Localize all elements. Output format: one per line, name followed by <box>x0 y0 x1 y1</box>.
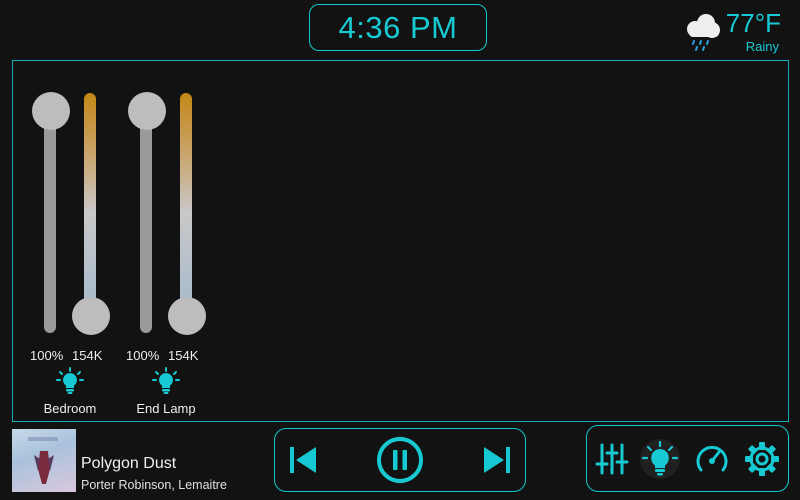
color-temp-value: 154K <box>72 348 103 363</box>
light-control-bedroom: 100% 154K Bedroom <box>23 61 133 421</box>
settings-icon[interactable] <box>743 440 781 478</box>
album-art-image <box>28 437 58 484</box>
brightness-value: 100% <box>126 348 160 363</box>
brightness-slider-knob[interactable] <box>128 92 166 130</box>
media-controls <box>274 428 526 492</box>
weather-condition: Rainy <box>745 39 779 54</box>
clock: 4:36 PM <box>309 4 487 51</box>
song-artist: Porter Robinson, Lemaitre <box>81 478 227 492</box>
gauge-icon[interactable] <box>693 440 731 478</box>
color-temp-value: 154K <box>168 348 199 363</box>
time-display: 4:36 PM <box>338 9 458 45</box>
sliders-icon[interactable] <box>593 440 631 478</box>
light-name: End Lamp <box>136 401 196 416</box>
lights-panel: 100% 154K Bedroom 100% 154K End Lamp <box>12 60 789 422</box>
lightbulb-icon[interactable] <box>56 367 84 395</box>
weather-widget: 77°F Rainy <box>680 6 795 56</box>
brightness-slider-knob[interactable] <box>32 92 70 130</box>
light-name: Bedroom <box>43 401 97 416</box>
lightbulb-icon[interactable] <box>641 440 679 478</box>
song-title: Polygon Dust <box>81 455 177 472</box>
pause-icon[interactable] <box>375 435 425 485</box>
brightness-value: 100% <box>30 348 64 363</box>
color-temp-slider-knob[interactable] <box>72 297 110 335</box>
bottom-nav <box>586 425 789 492</box>
lightbulb-icon[interactable] <box>152 367 180 395</box>
color-temp-slider-knob[interactable] <box>168 297 206 335</box>
temperature: 77°F <box>725 8 781 38</box>
previous-icon[interactable] <box>287 444 319 476</box>
cloud-rain-icon <box>687 14 720 51</box>
album-art[interactable] <box>12 429 76 492</box>
next-icon[interactable] <box>481 444 513 476</box>
light-control-end-lamp: 100% 154K End Lamp <box>119 61 229 421</box>
